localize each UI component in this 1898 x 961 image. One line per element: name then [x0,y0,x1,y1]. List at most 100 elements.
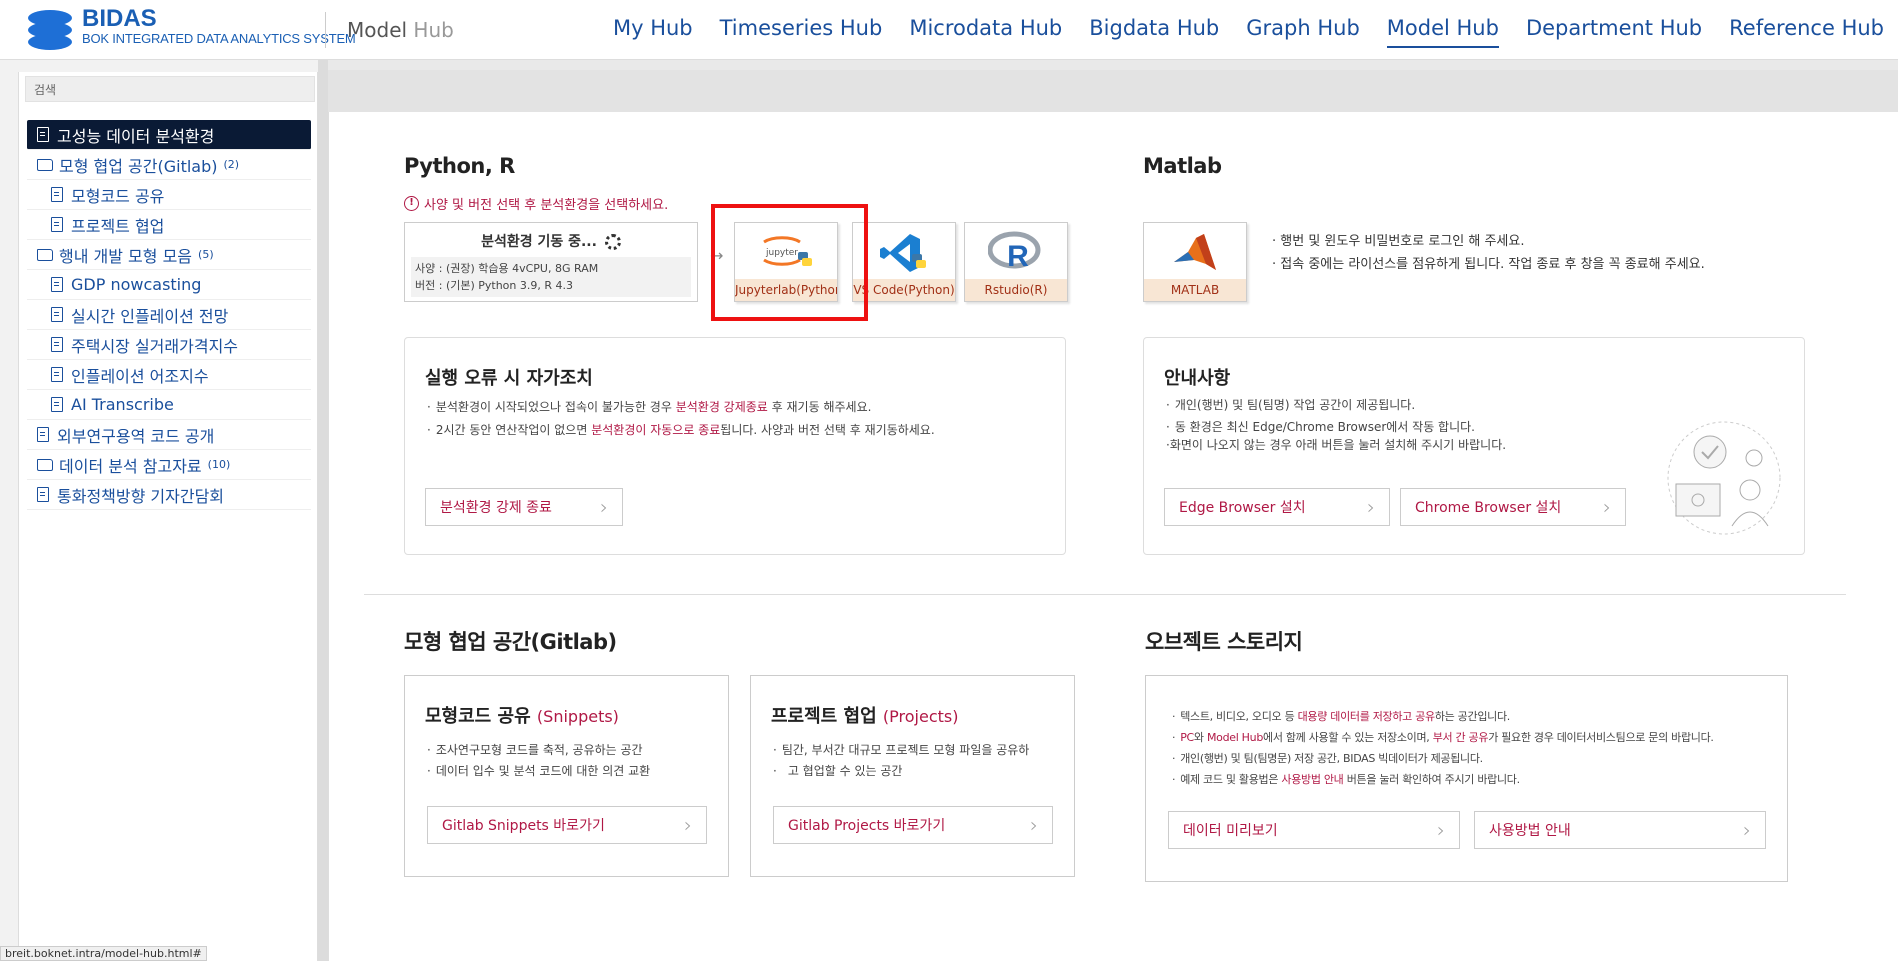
env-spec-box[interactable]: 사양 : (권장) 학습용 4vCPU, 8G RAM 버전 : (기본) Py… [411,257,691,297]
sidebar-item-label: 인플레이션 어조지수 [71,366,209,386]
panel-line: PC와 Model Hub에서 함께 사용할 수 있는 저장소이며, 부서 간 … [1172,727,1714,748]
nav-my-hub[interactable]: My Hub [613,16,693,48]
panel-line: 분석환경이 시작되었으나 접속이 불가능한 경우 분석환경 강제종료 후 재기동… [427,396,935,419]
chevron-right-icon: › [1603,495,1611,519]
storage-title: 오브젝트 스토리지 [1145,630,1303,654]
panel-line: 고 협업할 수 있는 공간 [773,761,1029,782]
item-count: (2) [223,158,240,171]
data-preview-button[interactable]: 데이터 미리보기 › [1168,811,1460,849]
sidebar-item-label: 통화정책방향 기자간담회 [57,486,225,506]
sidebar-item[interactable]: 행내 개발 모형 모음 (5) [27,240,311,270]
chevron-right-icon: › [684,813,692,837]
self-help-panel: 실행 오류 시 자가조치 분석환경이 시작되었으나 접속이 불가능한 경우 분석… [404,337,1066,555]
left-sidebar: 검색 고성능 데이터 분석환경모형 협업 공간(Gitlab) (2) 모형코드 공… [0,60,328,961]
gitlab-snippets-button[interactable]: Gitlab Snippets 바로가기 › [427,806,707,844]
nav-model-hub[interactable]: Model Hub [1386,16,1499,48]
version-line: 버전 : (기본) Python 3.9, R 4.3 [415,279,574,292]
spec-line: 사양 : (권장) 학습용 4vCPU, 8G RAM [415,262,599,275]
folder-icon [37,248,53,261]
loading-spinner-icon [604,234,621,250]
matlab-card[interactable]: MATLAB [1143,222,1247,302]
section-divider [364,594,1846,595]
document-icon [51,187,63,202]
env-label: VS Code(Python) [853,279,955,301]
document-icon [51,307,63,322]
panel-line: 개인(행번) 및 팀(팀명문) 저장 공간, BIDAS 빅데이터가 제공됩니다… [1172,748,1714,769]
force-stop-button[interactable]: 분석환경 강제 종료 › [425,488,623,526]
nav-microdata-hub[interactable]: Microdata Hub [909,16,1062,48]
sidebar-item[interactable]: GDP nowcasting [27,270,311,300]
panel-title: 프로젝트 협업 (Projects) [771,706,959,727]
nav-tree: 고성능 데이터 분석환경모형 협업 공간(Gitlab) (2) 모형코드 공유프로… [27,120,311,510]
sidebar-item[interactable]: 고성능 데이터 분석환경 [27,120,311,150]
sidebar-item[interactable]: 모형코드 공유 [27,180,311,210]
document-icon [37,487,49,502]
r-icon: R [965,229,1067,277]
panel-line: 개인(행번) 및 팀(팀명) 작업 공간이 제공됩니다. [1166,396,1506,414]
snippets-panel: 모형코드 공유 (Snippets) 조사연구모형 코드를 축적, 공유하는 공… [404,675,729,877]
sidebar-item[interactable]: 통화정책방향 기자간담회 [27,480,311,510]
sidebar-item-label: 모형코드 공유 [71,186,165,206]
rstudio-card[interactable]: R Rstudio(R) [964,222,1068,302]
bidas-logo[interactable]: BIDAS BOK INTEGRATED DATA ANALYTICS SYST… [26,6,356,52]
sidebar-item[interactable]: AI Transcribe [27,390,311,420]
pane-resize-handle[interactable] [318,60,328,961]
panel-line: 팀간, 부서간 대규모 프로젝트 모형 파일을 공유하 [773,740,1030,761]
gitlab-projects-button[interactable]: Gitlab Projects 바로가기 › [773,806,1053,844]
sidebar-item-label: 외부연구용역 코드 공개 [57,426,215,446]
search-input[interactable]: 검색 [25,76,315,102]
folder-icon [37,158,53,171]
document-icon [37,427,49,442]
selection-highlight [711,204,868,321]
nav-bigdata-hub[interactable]: Bigdata Hub [1089,16,1219,48]
document-icon [37,127,49,142]
usage-guide-button[interactable]: 사용방법 안내 › [1474,811,1766,849]
matlab-note: · 행번 및 윈도우 비밀번호로 로그인 해 주세요. [1272,234,1525,249]
top-header: BIDAS BOK INTEGRATED DATA ANALYTICS SYST… [0,0,1898,60]
main-toolbar-strip [328,70,1898,112]
document-icon [51,217,63,232]
sidebar-item[interactable]: 모형 협업 공간(Gitlab) (2) [27,150,311,180]
matlab-note: · 접속 중에는 라이선스를 점유하게 됩니다. 작업 종료 후 창을 꼭 종료… [1272,257,1705,272]
item-count: (5) [198,248,214,261]
sidebar-item[interactable]: 외부연구용역 코드 공개 [27,420,311,450]
sidebar-item[interactable]: 주택시장 실거래가격지수 [27,330,311,360]
gitlab-title: 모형 협업 공간(Gitlab) [404,630,617,654]
nav-department-hub[interactable]: Department Hub [1526,16,1702,48]
storage-panel: 텍스트, 비디오, 오디오 등 대용량 데이터를 저장하고 공유하는 공간입니다… [1145,675,1788,882]
env-label: Rstudio(R) [965,279,1067,301]
chrome-install-button[interactable]: Chrome Browser 설치 › [1400,488,1626,526]
panel-line: 2시간 동안 연산작업이 없으면 분석환경이 자동으로 종료됩니다. 사양과 버… [427,419,935,442]
sidebar-item[interactable]: 프로젝트 협업 [27,210,311,240]
chevron-right-icon: › [1367,495,1375,519]
sidebar-item-label: 모형 협업 공간(Gitlab) [59,156,218,176]
projects-panel: 프로젝트 협업 (Projects) 팀간, 부서간 대규모 프로젝트 모형 파… [750,675,1075,877]
info-icon: ! [404,196,419,211]
header-divider [325,12,326,48]
chevron-right-icon: › [600,495,608,519]
nav-graph-hub[interactable]: Graph Hub [1246,16,1360,48]
sidebar-item-label: 고성능 데이터 분석환경 [57,126,215,146]
document-icon [51,337,63,352]
vscode-icon [853,229,955,277]
notice-panel: 안내사항 개인(행번) 및 팀(팀명) 작업 공간이 제공됩니다. 동 환경은 … [1143,337,1805,555]
sidebar-item-label: 주택시장 실거래가격지수 [71,336,239,356]
panel-title: 안내사항 [1164,368,1231,389]
panel-title: 모형코드 공유 (Snippets) [425,706,619,727]
env-status-box: 분석환경 기동 중... 사양 : (권장) 학습용 4vCPU, 8G RAM… [404,222,698,302]
nav-reference-hub[interactable]: Reference Hub [1729,16,1884,48]
sidebar-item-label: 행내 개발 모형 모음 [59,246,193,266]
nav-timeseries-hub[interactable]: Timeseries Hub [720,16,883,48]
panel-line: 동 환경은 최신 Edge/Chrome Browser에서 작동 합니다. [1166,418,1506,436]
chevron-right-icon: › [1743,818,1751,842]
matlab-title: Matlab [1143,154,1222,178]
chevron-right-icon: › [1437,818,1445,842]
sidebar-item[interactable]: 인플레이션 어조지수 [27,360,311,390]
edge-install-button[interactable]: Edge Browser 설치 › [1164,488,1390,526]
sidebar-item-label: 프로젝트 협업 [71,216,165,236]
panel-line: 텍스트, 비디오, 오디오 등 대용량 데이터를 저장하고 공유하는 공간입니다… [1172,706,1714,727]
sidebar-item[interactable]: 실시간 인플레이션 전망 [27,300,311,330]
sidebar-item[interactable]: 데이터 분석 참고자료 (10) [27,450,311,480]
panel-line: 예제 코드 및 활용법은 사용방법 안내 버튼을 눌러 확인하여 주시기 바랍니… [1172,769,1714,790]
matlab-notes: · 행번 및 윈도우 비밀번호로 로그인 해 주세요. · 접속 중에는 라이선… [1272,230,1705,276]
